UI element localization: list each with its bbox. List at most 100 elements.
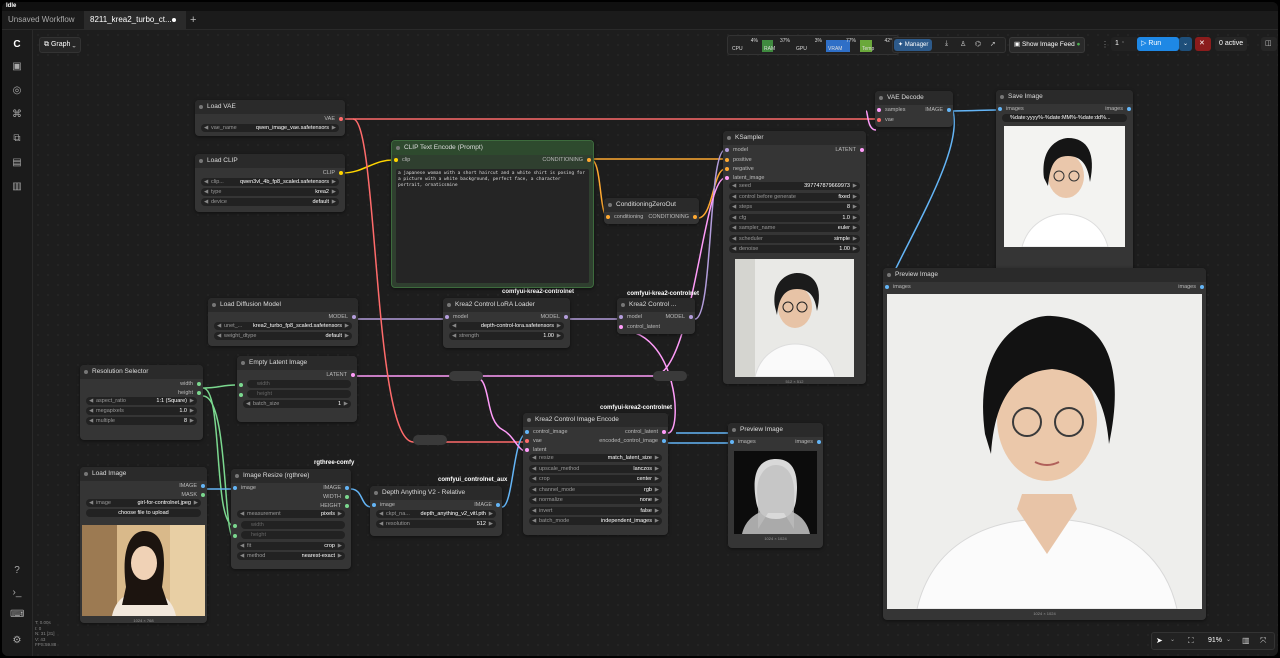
widget-aspect-ratio[interactable]: ◀ aspect_ratio 1:1 (Square) ▶ (86, 397, 197, 405)
manager-button[interactable]: ✦ Manager (894, 39, 933, 51)
output-socket[interactable] (564, 315, 568, 319)
merge-icon[interactable]: ⌬ (975, 40, 981, 48)
input-socket[interactable] (725, 148, 729, 152)
widget-vae-name[interactable]: ◀ vae_name qwen_image_vae.safetensors ▶ (201, 124, 339, 132)
output-socket[interactable] (1127, 107, 1131, 111)
widget-unet-name[interactable]: ◀ unet_... krea2_turbo_fp8_scaled.safetens… (214, 322, 352, 330)
widget-method[interactable]: ◀ method nearest-exact ▶ (237, 552, 345, 560)
images-icon[interactable]: ▣ (10, 60, 24, 74)
download-icon[interactable]: ⤓ (945, 40, 948, 48)
node-resolution-selector[interactable]: Resolution Selector width height ◀ aspect… (80, 365, 203, 440)
widget-resolution[interactable]: ◀ resolution 512 ▶ (376, 520, 496, 528)
node-load-image[interactable]: Load Image IMAGE MASK ◀ image girl-for-con… (80, 467, 207, 623)
widget-resize[interactable]: ◀ resize match_latent_size ▶ (529, 454, 662, 462)
output-socket[interactable] (339, 171, 343, 175)
output-socket[interactable] (1200, 285, 1204, 289)
output-socket[interactable] (345, 504, 349, 508)
comfy-logo-icon[interactable]: C (10, 38, 24, 52)
input-socket[interactable] (239, 383, 243, 387)
output-socket[interactable] (339, 117, 343, 121)
widget-lora-name[interactable]: ◀ depth-control-lora.safetensors ▶ (449, 322, 564, 330)
widget-clip-name[interactable]: ◀ clip... qwen3vl_4b_fp8_scaled.safetensor… (201, 178, 339, 186)
active-queue-button[interactable]: 0 active (1215, 37, 1248, 51)
widget-multiple[interactable]: ◀ multiple 8 ▶ (86, 417, 197, 425)
input-socket[interactable] (885, 285, 889, 289)
widget-normalize[interactable]: ◀ normalize none ▶ (529, 496, 662, 504)
input-socket[interactable] (233, 486, 237, 490)
output-socket[interactable] (587, 158, 591, 162)
prompt-textarea[interactable]: a japanese woman with a short haircut an… (396, 169, 589, 283)
input-socket[interactable] (877, 108, 881, 112)
input-socket[interactable] (372, 503, 376, 507)
widget-megapixels[interactable]: ◀ megapixels 1.0 ▶ (86, 407, 197, 415)
output-socket[interactable] (201, 493, 205, 497)
workflows-icon[interactable]: ⧉ (10, 132, 24, 146)
input-socket[interactable] (239, 393, 243, 397)
input-socket[interactable] (877, 118, 881, 122)
new-tab-button[interactable]: + (184, 11, 202, 29)
node-preview-image-depth[interactable]: Preview Image images images 1024 × 1024 (728, 423, 823, 548)
minimap-icon[interactable]: ▥ (1242, 636, 1250, 645)
queue-icon[interactable]: ▥ (10, 180, 24, 194)
node-save-image[interactable]: Save Image images images %date:yyyy%-%dat… (996, 90, 1133, 280)
node-load-clip[interactable]: Load CLIP CLIP ◀ clip... qwen3vl_4b_fp8_sc… (195, 154, 345, 212)
node-krea2-control-lora-loader[interactable]: Krea2 Control LoRA Loader model MODEL ◀ de… (443, 298, 570, 348)
input-socket[interactable] (525, 439, 529, 443)
widget-batch-size[interactable]: ◀ batch_size 1 ▶ (243, 400, 351, 408)
widget-crop[interactable]: ◀ crop center ▶ (529, 475, 662, 483)
widget-filename-prefix[interactable]: %date:yyyy%-%date:MM%-%date:dd%... (1002, 114, 1127, 122)
widget-sampler-name[interactable]: ◀ sampler_name euler ▶ (729, 224, 860, 232)
tab-active-workflow[interactable]: 8211_krea2_turbo_ct... (84, 11, 186, 29)
output-socket[interactable] (352, 315, 356, 319)
node-krea2-control-image-encode[interactable]: Krea2 Control Image Encode control_image… (523, 413, 668, 535)
share-icon[interactable]: ➚ (990, 40, 996, 48)
node-vae-decode[interactable]: VAE Decode samples IMAGE vae (875, 91, 953, 127)
node-empty-latent-image[interactable]: Empty Latent Image LATENT width height ◀… (237, 356, 357, 422)
reroute-node[interactable] (653, 371, 687, 381)
output-socket[interactable] (860, 148, 864, 152)
output-socket[interactable] (817, 440, 821, 444)
output-socket[interactable] (201, 484, 205, 488)
node-ksampler[interactable]: KSampler model LATENT positive negative l… (723, 131, 866, 384)
output-socket[interactable] (197, 391, 201, 395)
output-socket[interactable] (351, 373, 355, 377)
input-socket[interactable] (525, 448, 529, 452)
node-clip-text-encode[interactable]: CLIP Text Encode (Prompt) clip CONDITIONI… (391, 140, 594, 288)
node-load-vae[interactable]: Load VAE VAE ◀ vae_name qwen_image_vae.saf… (195, 100, 345, 136)
widget-device[interactable]: ◀ device default ▶ (201, 198, 339, 206)
output-socket[interactable] (693, 215, 697, 219)
widget-type[interactable]: ◀ type krea2 ▶ (201, 188, 339, 196)
widget-weight-dtype[interactable]: ◀ weight_dtype default ▶ (214, 332, 352, 340)
widget-measurement[interactable]: ◀ measurement pixels ▶ (237, 510, 345, 518)
widget-steps[interactable]: ◀ steps 8 ▶ (729, 203, 860, 211)
node-depth-anything-v2[interactable]: Depth Anything V2 - Relative image IMAGE … (370, 486, 502, 536)
templates-icon[interactable]: ▤ (10, 156, 24, 170)
widget-batch-mode[interactable]: ◀ batch_mode independent_images ▶ (529, 517, 662, 525)
nodes-icon[interactable]: ◎ (10, 84, 24, 98)
link-visibility-icon[interactable]: ⤧ (1260, 636, 1266, 646)
widget-height[interactable]: height (241, 531, 345, 539)
input-socket[interactable] (445, 315, 449, 319)
help-icon[interactable]: ? (10, 564, 24, 578)
chevron-down-icon[interactable]: ⌄ (1170, 636, 1175, 643)
input-socket[interactable] (233, 523, 237, 528)
widget-width[interactable]: width (247, 380, 351, 388)
widget-width[interactable]: width (241, 520, 345, 529)
zoom-dropdown-icon[interactable]: ⌄ (1226, 636, 1231, 643)
widget-scheduler[interactable]: ◀ scheduler simple ▶ (729, 234, 860, 243)
upload-button[interactable]: choose file to upload (86, 509, 201, 517)
node-image-resize[interactable]: Image Resize (rgthree) image IMAGE WIDTH … (231, 469, 351, 569)
output-socket[interactable] (197, 382, 201, 386)
widget-ckpt-name[interactable]: ◀ ckpt_na... depth_anything_v2_vitl.pth ▶ (376, 510, 496, 518)
widget-channel-mode[interactable]: ◀ channel_mode rgb ▶ (529, 485, 662, 494)
input-socket[interactable] (233, 534, 237, 538)
input-socket[interactable] (619, 315, 623, 319)
output-socket[interactable] (345, 486, 349, 490)
widget-strength[interactable]: ◀ strength 1.00 ▶ (449, 332, 564, 340)
input-socket[interactable] (394, 158, 398, 162)
input-socket[interactable] (998, 107, 1002, 111)
terminal-icon[interactable]: ›_ (10, 586, 24, 600)
widget-upscale-method[interactable]: ◀ upscale_method lanczos ▶ (529, 464, 662, 473)
input-socket[interactable] (525, 430, 529, 434)
node-load-diffusion-model[interactable]: Load Diffusion Model MODEL ◀ unet_... krea… (208, 298, 358, 346)
